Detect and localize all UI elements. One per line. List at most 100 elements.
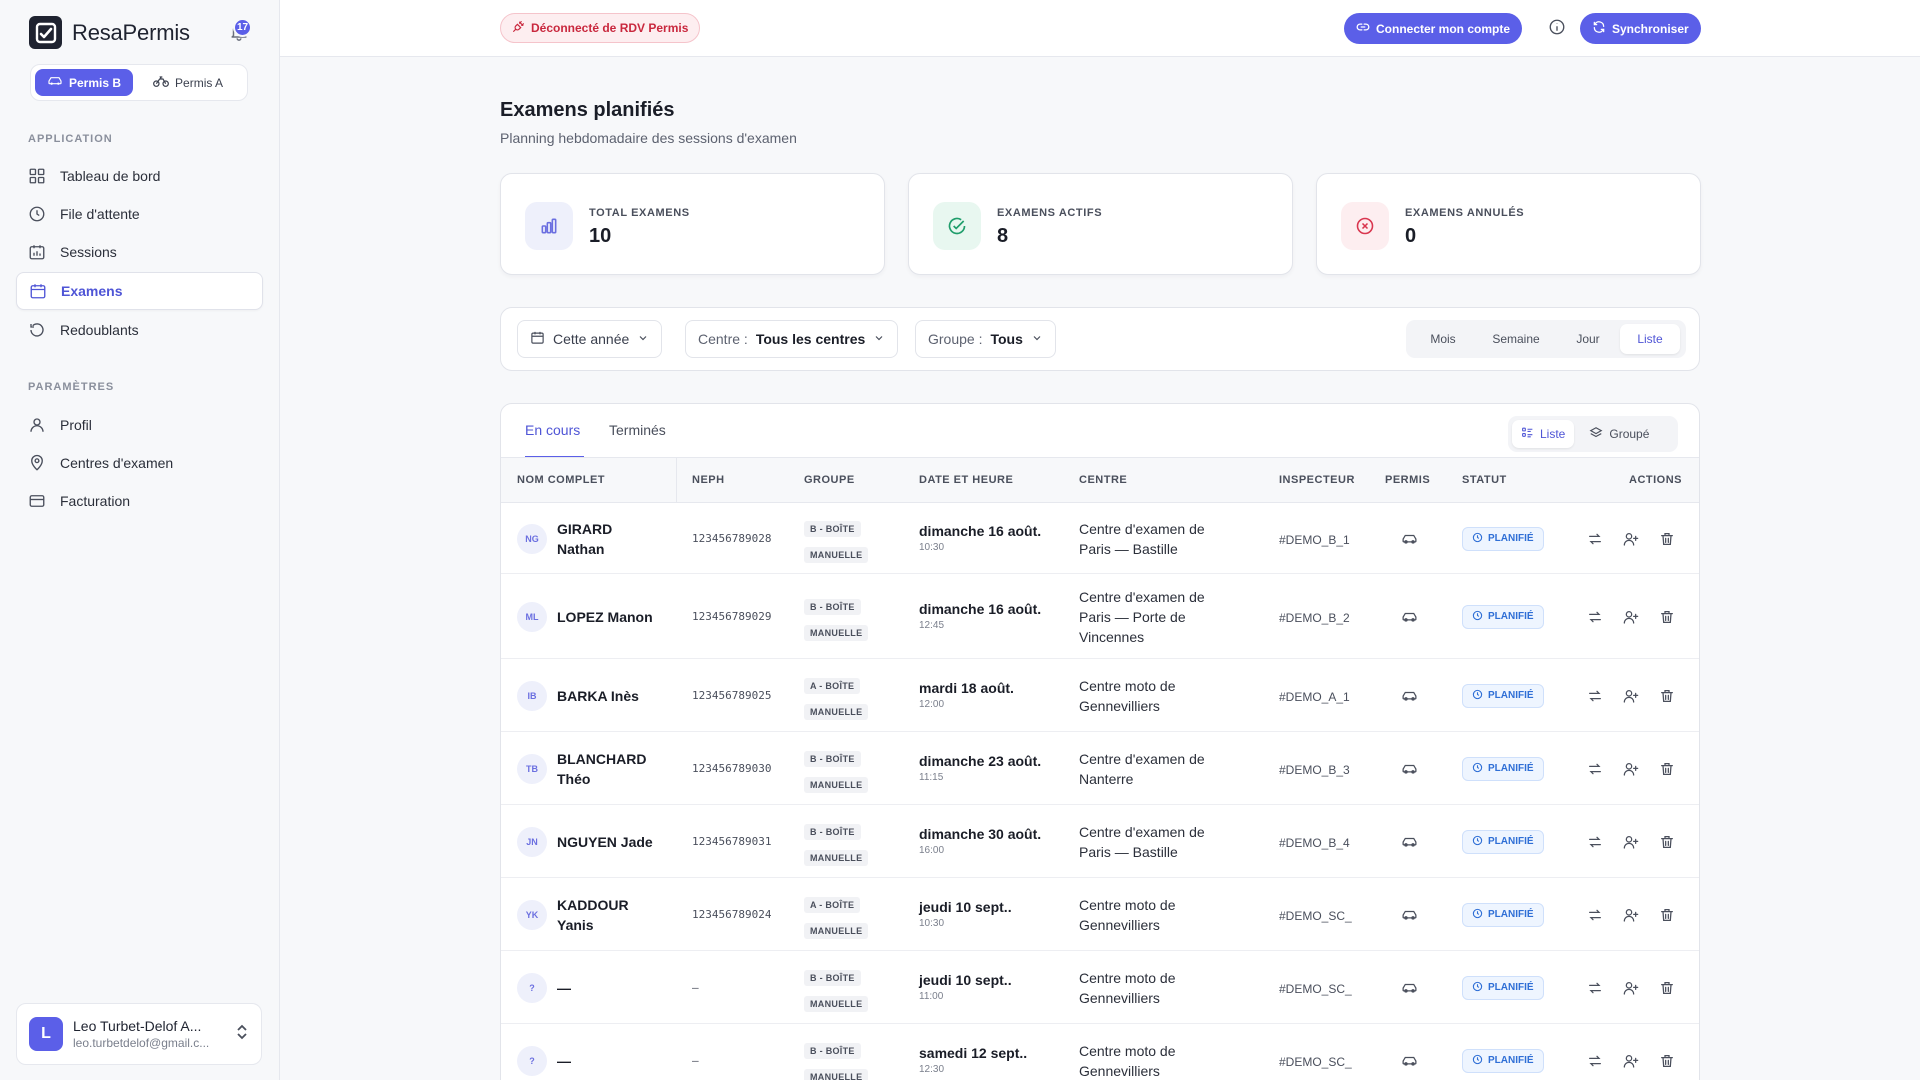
view-list-tab[interactable]: Liste <box>1620 324 1680 354</box>
col-centre[interactable]: CENTRE <box>1079 474 1127 486</box>
status-label: PLANIFIÉ <box>1488 690 1534 701</box>
table-row[interactable]: TB BLANCHARD Théo 123456789030 B - BOÎTE… <box>501 732 1699 805</box>
centre-line2: Paris — Bastille <box>1079 843 1178 860</box>
swap-icon[interactable] <box>1586 979 1604 997</box>
inspector-id: #DEMO_B_2 <box>1279 610 1350 625</box>
mode-grouped-button[interactable]: Groupé <box>1580 420 1658 448</box>
group-tag-line2: MANUELLE <box>804 922 869 939</box>
sidebar-item-sessions[interactable]: Sessions <box>16 233 263 271</box>
sidebar-item-repeaters[interactable]: Redoublants <box>16 311 263 349</box>
delete-icon[interactable] <box>1658 1052 1676 1070</box>
connect-account-button[interactable]: Connecter mon compte <box>1344 13 1523 44</box>
exam-datetime: dimanche 23 août. 11:15 <box>919 753 1041 783</box>
table-row[interactable]: ? — – B - BOÎTE MANUELLE samedi 12 sept.… <box>501 1024 1699 1080</box>
neph-value: 123456789028 <box>692 531 772 545</box>
sidebar-item-billing[interactable]: Facturation <box>16 482 263 520</box>
status-badge: PLANIFIÉ <box>1462 829 1544 854</box>
group-select[interactable]: Groupe : Tous <box>915 320 1056 358</box>
candidate-name[interactable]: — <box>557 1051 669 1071</box>
centre-line2: Paris — Porte de <box>1079 608 1186 625</box>
table-row[interactable]: YK KADDOUR Yanis 123456789024 A - BOÎTE … <box>501 878 1699 951</box>
mode-list-button[interactable]: Liste <box>1512 420 1575 448</box>
sidebar-item-dashboard[interactable]: Tableau de bord <box>16 157 263 195</box>
permis-a-tab[interactable]: Permis A <box>141 69 235 96</box>
exam-centre: Centre d'examen de Paris — Porte de Vinc… <box>1079 587 1259 647</box>
candidate-name[interactable]: KADDOUR Yanis <box>557 895 669 935</box>
status-badge: PLANIFIÉ <box>1462 756 1544 781</box>
candidate-name[interactable]: — <box>557 978 669 998</box>
column-divider <box>676 458 677 502</box>
group-tag-line1: B - BOÎTE <box>804 750 861 767</box>
swap-icon[interactable] <box>1586 760 1604 778</box>
view-week-tab[interactable]: Semaine <box>1476 324 1556 354</box>
swap-icon[interactable] <box>1586 906 1604 924</box>
notification-count-badge: 17 <box>233 18 252 37</box>
sidebar-item-exam-centres[interactable]: Centres d'examen <box>16 444 263 482</box>
assign-user-icon[interactable] <box>1622 979 1640 997</box>
delete-icon[interactable] <box>1658 833 1676 851</box>
info-icon[interactable] <box>1548 18 1568 38</box>
col-name[interactable]: NOM COMPLET <box>517 474 605 486</box>
col-permis[interactable]: PERMIS <box>1385 474 1430 486</box>
table-row[interactable]: ? — – B - BOÎTE MANUELLE jeudi 10 sept..… <box>501 951 1699 1024</box>
swap-icon[interactable] <box>1586 530 1604 548</box>
assign-user-icon[interactable] <box>1622 687 1640 705</box>
stat-label: EXAMENS ANNULÉS <box>1405 207 1525 219</box>
col-inspector[interactable]: INSPECTEUR <box>1279 474 1355 486</box>
sync-button[interactable]: Synchroniser <box>1580 13 1701 44</box>
candidate-name[interactable]: BARKA Inès <box>557 686 669 706</box>
delete-icon[interactable] <box>1658 906 1676 924</box>
assign-user-icon[interactable] <box>1622 833 1640 851</box>
permis-b-tab[interactable]: Permis B <box>35 69 134 96</box>
candidate-name-line1: GIRARD <box>557 520 613 537</box>
assign-user-icon[interactable] <box>1622 608 1640 626</box>
delete-icon[interactable] <box>1658 979 1676 997</box>
status-label: PLANIFIÉ <box>1488 909 1534 920</box>
col-group[interactable]: GROUPE <box>804 474 855 486</box>
tab-in-progress[interactable]: En cours <box>525 422 580 438</box>
table-row[interactable]: NG GIRARD Nathan 123456789028 B - BOÎTE … <box>501 503 1699 574</box>
assign-user-icon[interactable] <box>1622 760 1640 778</box>
centre-select-label: Centre : <box>698 331 748 347</box>
mode-list-label: Liste <box>1540 427 1566 441</box>
assign-user-icon[interactable] <box>1622 1052 1640 1070</box>
status-badge: PLANIFIÉ <box>1462 1048 1544 1073</box>
col-neph[interactable]: NEPH <box>692 474 725 486</box>
sidebar-item-label: Sessions <box>60 244 117 260</box>
table-row[interactable]: ML LOPEZ Manon 123456789029 B - BOÎTE MA… <box>501 574 1699 659</box>
delete-icon[interactable] <box>1658 760 1676 778</box>
view-day-tab[interactable]: Jour <box>1556 324 1620 354</box>
candidate-name[interactable]: BLANCHARD Théo <box>557 749 669 789</box>
candidate-name-line1: BLANCHARD <box>557 750 647 767</box>
candidate-name[interactable]: NGUYEN Jade <box>557 832 669 852</box>
swap-icon[interactable] <box>1586 833 1604 851</box>
stat-value: 8 <box>997 225 1009 247</box>
brand-logo-icon <box>29 16 62 49</box>
user-menu[interactable]: L Leo Turbet-Delof A... leo.turbetdelof@… <box>16 1003 262 1065</box>
brand[interactable]: ResaPermis <box>29 16 190 49</box>
assign-user-icon[interactable] <box>1622 530 1640 548</box>
sidebar-item-profile[interactable]: Profil <box>16 406 263 444</box>
tab-finished[interactable]: Terminés <box>609 422 666 438</box>
candidate-name[interactable]: GIRARD Nathan <box>557 519 669 559</box>
period-select[interactable]: Cette année <box>517 320 663 358</box>
car-icon <box>1401 610 1418 628</box>
delete-icon[interactable] <box>1658 687 1676 705</box>
candidate-name-line2: Yanis <box>557 916 594 933</box>
swap-icon[interactable] <box>1586 1052 1604 1070</box>
delete-icon[interactable] <box>1658 608 1676 626</box>
sidebar-item-exams[interactable]: Examens <box>16 272 263 310</box>
col-date[interactable]: DATE ET HEURE <box>919 474 1013 486</box>
assign-user-icon[interactable] <box>1622 906 1640 924</box>
centre-select[interactable]: Centre : Tous les centres <box>685 320 899 358</box>
sidebar-item-queue[interactable]: File d'attente <box>16 195 263 233</box>
table-row[interactable]: IB BARKA Inès 123456789025 A - BOÎTE MAN… <box>501 659 1699 732</box>
delete-icon[interactable] <box>1658 530 1676 548</box>
view-month-tab[interactable]: Mois <box>1410 324 1476 354</box>
swap-icon[interactable] <box>1586 608 1604 626</box>
col-status[interactable]: STATUT <box>1462 474 1507 486</box>
permis-b-label: Permis B <box>69 75 122 90</box>
table-row[interactable]: JN NGUYEN Jade 123456789031 B - BOÎTE MA… <box>501 805 1699 878</box>
swap-icon[interactable] <box>1586 687 1604 705</box>
candidate-name[interactable]: LOPEZ Manon <box>557 607 669 627</box>
